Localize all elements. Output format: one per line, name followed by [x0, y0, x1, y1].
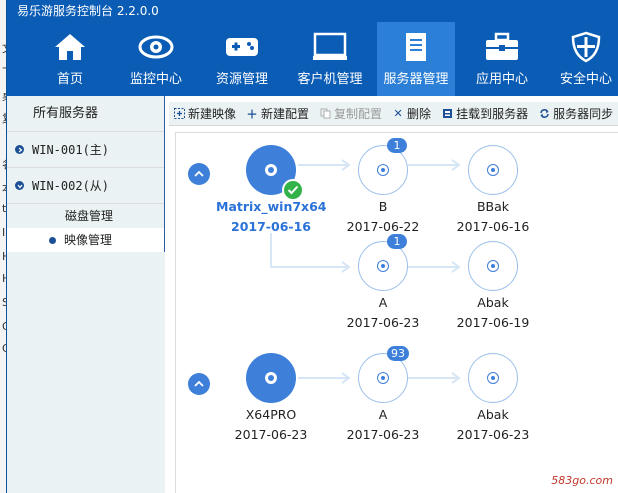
- sidebar-item-image-management[interactable]: 映像管理: [7, 228, 164, 252]
- disc-icon: [468, 241, 518, 291]
- nav-home[interactable]: 首页: [31, 22, 109, 96]
- nav-monitor-center[interactable]: 监控中心: [117, 22, 195, 96]
- nav-label: 客户机管理: [297, 72, 363, 87]
- image-date: 2017-06-22: [346, 219, 420, 234]
- count-badge: 1: [387, 234, 407, 249]
- window-title: 易乐游服务控制台 2.2.0.0: [7, 0, 618, 22]
- disc-icon: 1: [358, 138, 408, 195]
- image-date: 2017-06-23: [456, 427, 530, 442]
- image-node[interactable]: 1 B 2017-06-22: [328, 138, 438, 235]
- new-config-button[interactable]: ＋ 新建配置: [246, 105, 310, 122]
- nav-server-management[interactable]: 服务器管理: [377, 22, 455, 96]
- image-name: Abak: [477, 407, 509, 422]
- button-label: 复制配置: [334, 107, 383, 121]
- image-date: 2017-06-16: [456, 219, 530, 234]
- image-date: 2017-06-19: [456, 315, 530, 330]
- disc-icon: [468, 145, 518, 195]
- sidebar-empty-area: [7, 252, 165, 493]
- image-node[interactable]: BBak 2017-06-16: [438, 145, 548, 235]
- image-node-root[interactable]: X64PRO 2017-06-23: [216, 353, 326, 443]
- nav-label: 应用中心: [475, 72, 528, 87]
- count-badge: 1: [387, 138, 407, 153]
- watermark: 583go.com: [551, 474, 613, 487]
- disc-icon: [246, 145, 304, 201]
- nav-label: 监控中心: [129, 72, 182, 87]
- server-sync-button[interactable]: 服务器同步: [538, 105, 613, 122]
- monitor-icon: [312, 32, 348, 62]
- nav-label: 服务器管理: [383, 72, 449, 87]
- server-item-win-002[interactable]: WIN-002(从): [7, 168, 164, 204]
- server-sidebar: 所有服务器 WIN-001(主) WIN-002(从) 磁盘管理 映像管理: [7, 96, 165, 493]
- image-name: Matrix_win7x64: [216, 199, 327, 214]
- delete-button[interactable]: ✕ 删除: [392, 105, 431, 122]
- image-node[interactable]: Abak 2017-06-19: [438, 241, 548, 331]
- image-name: Abak: [477, 295, 509, 310]
- count-badge: 93: [387, 346, 409, 361]
- button-label: 删除: [407, 107, 432, 121]
- disc-icon: [246, 353, 296, 403]
- button-label: 服务器同步: [553, 107, 614, 121]
- chevron-down-icon: [15, 181, 24, 190]
- nav-label: 资源管理: [215, 72, 268, 87]
- image-date: 2017-06-23: [234, 427, 308, 442]
- image-node[interactable]: 93 A 2017-06-23: [328, 346, 438, 443]
- dotted-plus-icon: [173, 108, 185, 120]
- document-icon: [398, 32, 434, 62]
- close-icon: ✕: [393, 107, 403, 120]
- disc-icon: 93: [358, 346, 409, 403]
- chevron-up-icon: [194, 170, 204, 177]
- toolbox-icon: [484, 32, 520, 62]
- server-item-win-001[interactable]: WIN-001(主): [7, 132, 164, 168]
- image-date: 2017-06-16: [231, 219, 311, 234]
- collapse-group-button[interactable]: [188, 373, 210, 395]
- disc-icon: [468, 353, 518, 403]
- server-label: WIN-001(主): [32, 142, 110, 157]
- toolbar: 新建映像 ＋ 新建配置 复制配置 ✕ 删除 挂载到服务器 服务器同步: [169, 102, 618, 126]
- sync-icon: [538, 108, 550, 120]
- nav-client-management[interactable]: 客户机管理: [291, 22, 369, 96]
- plus-icon: ＋: [246, 107, 258, 121]
- nav-security-center[interactable]: 安全中心: [547, 22, 618, 96]
- copy-config-button[interactable]: 复制配置: [319, 105, 382, 122]
- home-icon: [52, 32, 88, 62]
- image-tree-panel: Matrix_win7x64 2017-06-16 1 B 2017-06-22…: [175, 132, 618, 493]
- shield-icon: [568, 31, 604, 63]
- sidebar-item-label: 映像管理: [64, 233, 113, 247]
- image-date: 2017-06-23: [346, 315, 420, 330]
- image-node-root[interactable]: Matrix_win7x64 2017-06-16: [216, 145, 327, 235]
- collapse-group-button[interactable]: [188, 163, 210, 185]
- mount-to-server-button[interactable]: 挂载到服务器: [441, 105, 528, 122]
- image-name: B: [378, 199, 388, 214]
- app-window: 易乐游服务控制台 2.2.0.0 首页 监控中心 资源管理 客户机管理 服务器管…: [6, 0, 618, 493]
- button-label: 新建配置: [261, 107, 310, 121]
- mount-icon: [441, 108, 453, 120]
- chevron-right-icon: [15, 145, 24, 154]
- image-name: A: [378, 407, 388, 422]
- image-node[interactable]: Abak 2017-06-23: [438, 353, 548, 443]
- disc-icon: 1: [358, 234, 408, 291]
- all-servers-item[interactable]: 所有服务器: [7, 96, 164, 132]
- image-date: 2017-06-23: [346, 427, 420, 442]
- image-name: X64PRO: [245, 407, 297, 422]
- image-node[interactable]: 1 A 2017-06-23: [328, 234, 438, 331]
- server-label: WIN-002(从): [32, 178, 110, 193]
- main-nav: 首页 监控中心 资源管理 客户机管理 服务器管理 应用中心 安全中心: [7, 22, 618, 96]
- image-name: A: [378, 295, 388, 310]
- gamepad-icon: [224, 32, 260, 62]
- chevron-up-icon: [194, 380, 204, 387]
- nav-resource-management[interactable]: 资源管理: [203, 22, 281, 96]
- new-image-button[interactable]: 新建映像: [173, 105, 236, 122]
- nav-label: 首页: [56, 72, 83, 87]
- check-icon: [282, 179, 304, 201]
- button-label: 新建映像: [188, 107, 237, 121]
- nav-label: 安全中心: [559, 72, 612, 87]
- button-label: 挂载到服务器: [456, 107, 529, 121]
- image-name: BBak: [476, 199, 510, 214]
- copy-icon: [319, 108, 331, 120]
- selected-bullet-icon: [49, 236, 56, 244]
- nav-app-center[interactable]: 应用中心: [463, 22, 541, 96]
- sidebar-item-disk-management[interactable]: 磁盘管理: [7, 204, 164, 228]
- eye-icon: [138, 32, 174, 62]
